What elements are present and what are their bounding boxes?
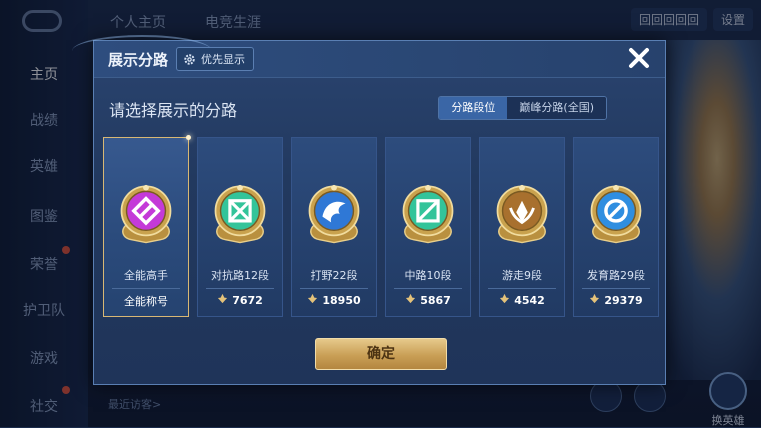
lane-card-score: 5867 <box>420 293 451 307</box>
card-divider <box>206 288 274 289</box>
jungle-emblem-icon <box>305 182 363 248</box>
score-icon <box>217 293 228 307</box>
close-button[interactable] <box>619 39 659 77</box>
segment-control: 分路段位 巅峰分路(全国) <box>438 96 607 120</box>
score-icon <box>405 293 416 307</box>
score-icon <box>307 293 318 307</box>
lane-card-score: 29379 <box>604 293 643 307</box>
priority-display-label: 优先显示 <box>201 53 245 66</box>
lane-card-footer: 5867 <box>386 293 470 307</box>
lane-card-name: 游走9段 <box>502 269 542 282</box>
all-round-emblem-icon <box>117 182 175 248</box>
card-divider <box>582 288 650 289</box>
lane-card[interactable]: 游走9段 4542 <box>479 137 565 317</box>
farm-lane-emblem-icon <box>587 182 645 248</box>
lane-card-footer: 18950 <box>292 293 376 307</box>
lane-display-dialog: 展示分路 优先显示 请选择展示的分路 分路段位 巅峰分路(全国) 全能高手全能称… <box>72 35 666 385</box>
gear-icon <box>183 53 196 66</box>
selected-glow-dot <box>186 135 191 140</box>
card-divider <box>300 288 368 289</box>
lane-card-footer: 29379 <box>574 293 658 307</box>
score-icon <box>499 293 510 307</box>
lane-card-score: 4542 <box>514 293 545 307</box>
lane-card-footer: 7672 <box>198 293 282 307</box>
lane-card-footer: 4542 <box>480 293 564 307</box>
priority-display-button[interactable]: 优先显示 <box>176 47 254 71</box>
lane-card-score: 7672 <box>232 293 263 307</box>
card-divider <box>112 288 180 289</box>
clash-lane-emblem-icon <box>211 182 269 248</box>
lane-card[interactable]: 打野22段 18950 <box>291 137 377 317</box>
dialog-title: 展示分路 <box>108 51 169 69</box>
lane-card-name: 全能高手 <box>124 269 168 282</box>
lane-card-name: 打野22段 <box>310 269 358 282</box>
lane-card[interactable]: 发育路29段 29379 <box>573 137 659 317</box>
segment-lane-rank[interactable]: 分路段位 <box>439 97 508 119</box>
lane-card-score: 18950 <box>322 293 361 307</box>
lane-cards: 全能高手 全能称号 对抗路12段 7672 打野22段 18950 中路10段 5867 游走9… <box>103 135 659 317</box>
lane-card-name: 对抗路12段 <box>211 269 269 282</box>
lane-card-footer: 全能称号 <box>104 293 188 309</box>
segment-peak-lane[interactable]: 巅峰分路(全国) <box>507 97 606 119</box>
card-divider <box>394 288 462 289</box>
card-divider <box>488 288 556 289</box>
select-prompt: 请选择展示的分路 <box>109 101 238 120</box>
lane-card[interactable]: 对抗路12段 7672 <box>197 137 283 317</box>
lane-card-name: 中路10段 <box>404 269 452 282</box>
lane-card[interactable]: 全能高手 全能称号 <box>103 135 191 317</box>
confirm-button[interactable]: 确定 <box>315 338 447 370</box>
lane-card[interactable]: 中路10段 5867 <box>385 137 471 317</box>
lane-card-name: 发育路29段 <box>587 269 645 282</box>
dialog-header: 展示分路 优先显示 <box>72 35 665 78</box>
roam-emblem-icon <box>493 182 551 248</box>
lane-card-title: 全能称号 <box>124 295 168 308</box>
mid-lane-emblem-icon <box>399 182 457 248</box>
score-icon <box>589 293 600 307</box>
close-icon <box>629 48 649 68</box>
